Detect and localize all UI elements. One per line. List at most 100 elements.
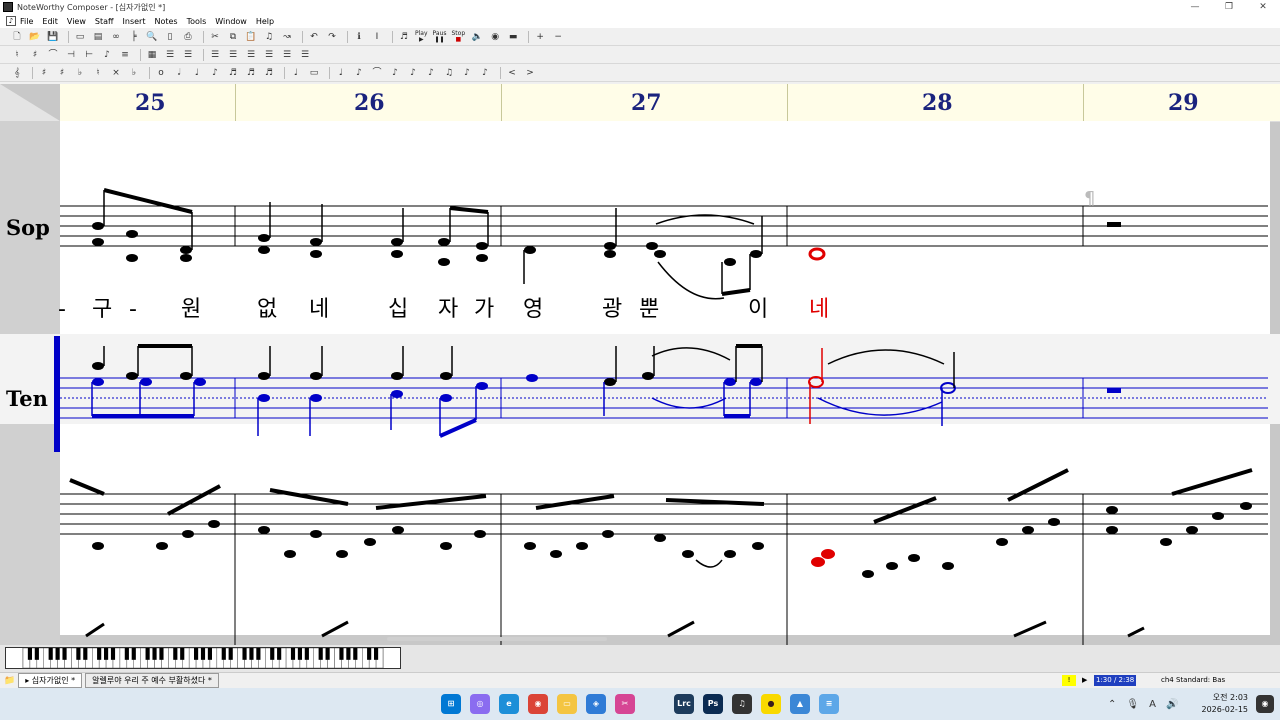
natural-icon[interactable]: ♮ — [10, 48, 24, 62]
score-editor[interactable]: 25 26 27 28 29 Sop Ten ¶ - 구 - 원 없 네 십 자… — [0, 84, 1280, 645]
menu-insert[interactable]: Insert — [123, 17, 146, 26]
piano-black-key[interactable] — [62, 648, 67, 660]
zoom-in-icon[interactable]: + — [533, 30, 547, 44]
decrescendo-icon[interactable]: > — [523, 66, 537, 80]
piano-black-key[interactable] — [131, 648, 136, 660]
sixty-fourth-note-icon[interactable]: ♬ — [262, 66, 276, 80]
undo-icon[interactable]: ↶ — [307, 30, 321, 44]
restore-button[interactable]: ❐ — [1212, 0, 1246, 14]
tie-icon[interactable]: ⌒ — [46, 48, 60, 62]
piano-black-key[interactable] — [173, 648, 178, 660]
tenuto-icon[interactable]: ♪ — [424, 66, 438, 80]
piano-black-key[interactable] — [145, 648, 150, 660]
browser-icon[interactable]: ◈ — [586, 694, 606, 714]
page-view-icon[interactable]: ▭ — [73, 30, 87, 44]
noteworthy-icon[interactable]: ♫ — [732, 694, 752, 714]
list-icon-5[interactable]: ☰ — [280, 48, 294, 62]
connect-icon[interactable]: ↝ — [280, 30, 294, 44]
double-sharp-icon[interactable]: ♯ — [55, 66, 69, 80]
crescendo-icon[interactable]: < — [505, 66, 519, 80]
dotted-note-icon[interactable]: ♩ — [334, 66, 348, 80]
piano-black-key[interactable] — [221, 648, 226, 660]
piano-black-key[interactable] — [367, 648, 372, 660]
sharp-flat-icon[interactable]: ♯ — [28, 48, 42, 62]
grid-icon[interactable]: ▦ — [145, 48, 159, 62]
copy-icon[interactable]: ⧉ — [226, 30, 240, 44]
photoshop-icon[interactable]: Ps — [703, 694, 723, 714]
whole-note-icon[interactable]: o — [154, 66, 168, 80]
menu-help[interactable]: Help — [256, 17, 274, 26]
piano-black-key[interactable] — [124, 648, 129, 660]
lightroom-icon[interactable]: Lrc — [674, 694, 694, 714]
note-icon[interactable]: ♫ — [262, 30, 276, 44]
piano-black-key[interactable] — [290, 648, 296, 660]
menu-file[interactable]: File — [20, 17, 33, 26]
piano-black-key[interactable] — [353, 648, 358, 660]
text-icon[interactable]: I — [370, 30, 384, 44]
paste-icon[interactable]: 📋 — [244, 30, 258, 44]
taskbar-clock[interactable]: 오전 2:03 2026-02-15 — [1202, 692, 1249, 716]
document-menu-icon[interactable]: ♪ — [6, 16, 16, 26]
open-folder-icon[interactable]: 📂 — [28, 30, 42, 44]
tray-overflow-icon[interactable]: ⌃ — [1108, 699, 1116, 710]
chrome-icon[interactable]: ◉ — [528, 694, 548, 714]
print-icon[interactable]: ⎙ — [181, 30, 195, 44]
folder-icon[interactable]: 📁 — [4, 676, 15, 686]
menu-window[interactable]: Window — [215, 17, 247, 26]
piano-black-key[interactable] — [27, 648, 32, 660]
menu-notes[interactable]: Notes — [154, 17, 177, 26]
photos-icon[interactable]: ▲ — [790, 694, 810, 714]
slur-icon[interactable]: ⌒ — [370, 66, 384, 80]
piano-black-key[interactable] — [159, 648, 164, 660]
piano-black-key[interactable] — [339, 648, 344, 660]
piano-black-key[interactable] — [200, 648, 206, 660]
list-icon-6[interactable]: ☰ — [298, 48, 312, 62]
menu-tools[interactable]: Tools — [187, 17, 207, 26]
piano-black-key[interactable] — [374, 648, 379, 660]
pause-button[interactable]: Paus ❚❚ — [433, 31, 447, 43]
piano-black-key[interactable] — [48, 648, 53, 660]
cut-icon[interactable]: ✂ — [208, 30, 222, 44]
start-icon[interactable]: ⊞ — [441, 694, 461, 714]
rest-box-icon[interactable]: ▭ — [307, 66, 321, 80]
piano-keyboard[interactable] — [5, 647, 401, 669]
zoom-out-icon[interactable]: − — [551, 30, 565, 44]
kakaotalk-icon[interactable]: ● — [761, 694, 781, 714]
piano-black-key[interactable] — [325, 648, 330, 660]
eighth-note-icon[interactable]: ♪ — [208, 66, 222, 80]
menu-staff[interactable]: Staff — [95, 17, 114, 26]
piano-black-key[interactable] — [97, 648, 102, 660]
piano-black-key[interactable] — [270, 648, 275, 660]
sixteenth-note-icon[interactable]: ♬ — [226, 66, 240, 80]
half-note-icon[interactable]: 𝅗𝅥 — [172, 66, 186, 80]
thirty-second-note-icon[interactable]: ♬ — [244, 66, 258, 80]
microphone-icon[interactable]: 🎙 — [1126, 699, 1139, 710]
triplet-icon[interactable]: ≡ — [118, 48, 132, 62]
piano-black-key[interactable] — [207, 648, 212, 660]
info-icon[interactable]: ℹ — [352, 30, 366, 44]
piano-black-key[interactable] — [83, 648, 88, 660]
piano-black-key[interactable] — [242, 648, 247, 660]
ime-icon[interactable]: A — [1149, 699, 1156, 710]
new-file-icon[interactable]: 🗋 — [10, 30, 24, 44]
redo-icon[interactable]: ↷ — [325, 30, 339, 44]
save-icon[interactable]: 💾 — [46, 30, 60, 44]
accent-icon[interactable]: ♪ — [406, 66, 420, 80]
list-icon-1[interactable]: ☰ — [208, 48, 222, 62]
list-icon-4[interactable]: ☰ — [262, 48, 276, 62]
x-sharp-icon[interactable]: × — [109, 66, 123, 80]
piano-black-key[interactable] — [277, 648, 282, 660]
list-icon-3[interactable]: ☰ — [244, 48, 258, 62]
beam-right-icon[interactable]: ⊢ — [82, 48, 96, 62]
piano-black-key[interactable] — [304, 648, 309, 660]
minimize-button[interactable]: — — [1178, 0, 1212, 14]
glasses-icon[interactable]: ∞ — [109, 30, 123, 44]
keyboard-icon[interactable]: ▬ — [506, 30, 520, 44]
edge-icon[interactable]: e — [499, 694, 519, 714]
speaker-icon[interactable]: 🔈 — [470, 30, 484, 44]
triplet-note-icon[interactable]: ♪ — [478, 66, 492, 80]
doc-tab[interactable]: 알렐루야 우리 주 예수 부활하셨다 * — [85, 673, 219, 688]
piano-black-key[interactable] — [152, 648, 157, 660]
piano-black-key[interactable] — [297, 648, 303, 660]
snipping-tool-icon[interactable]: ✂ — [615, 694, 635, 714]
